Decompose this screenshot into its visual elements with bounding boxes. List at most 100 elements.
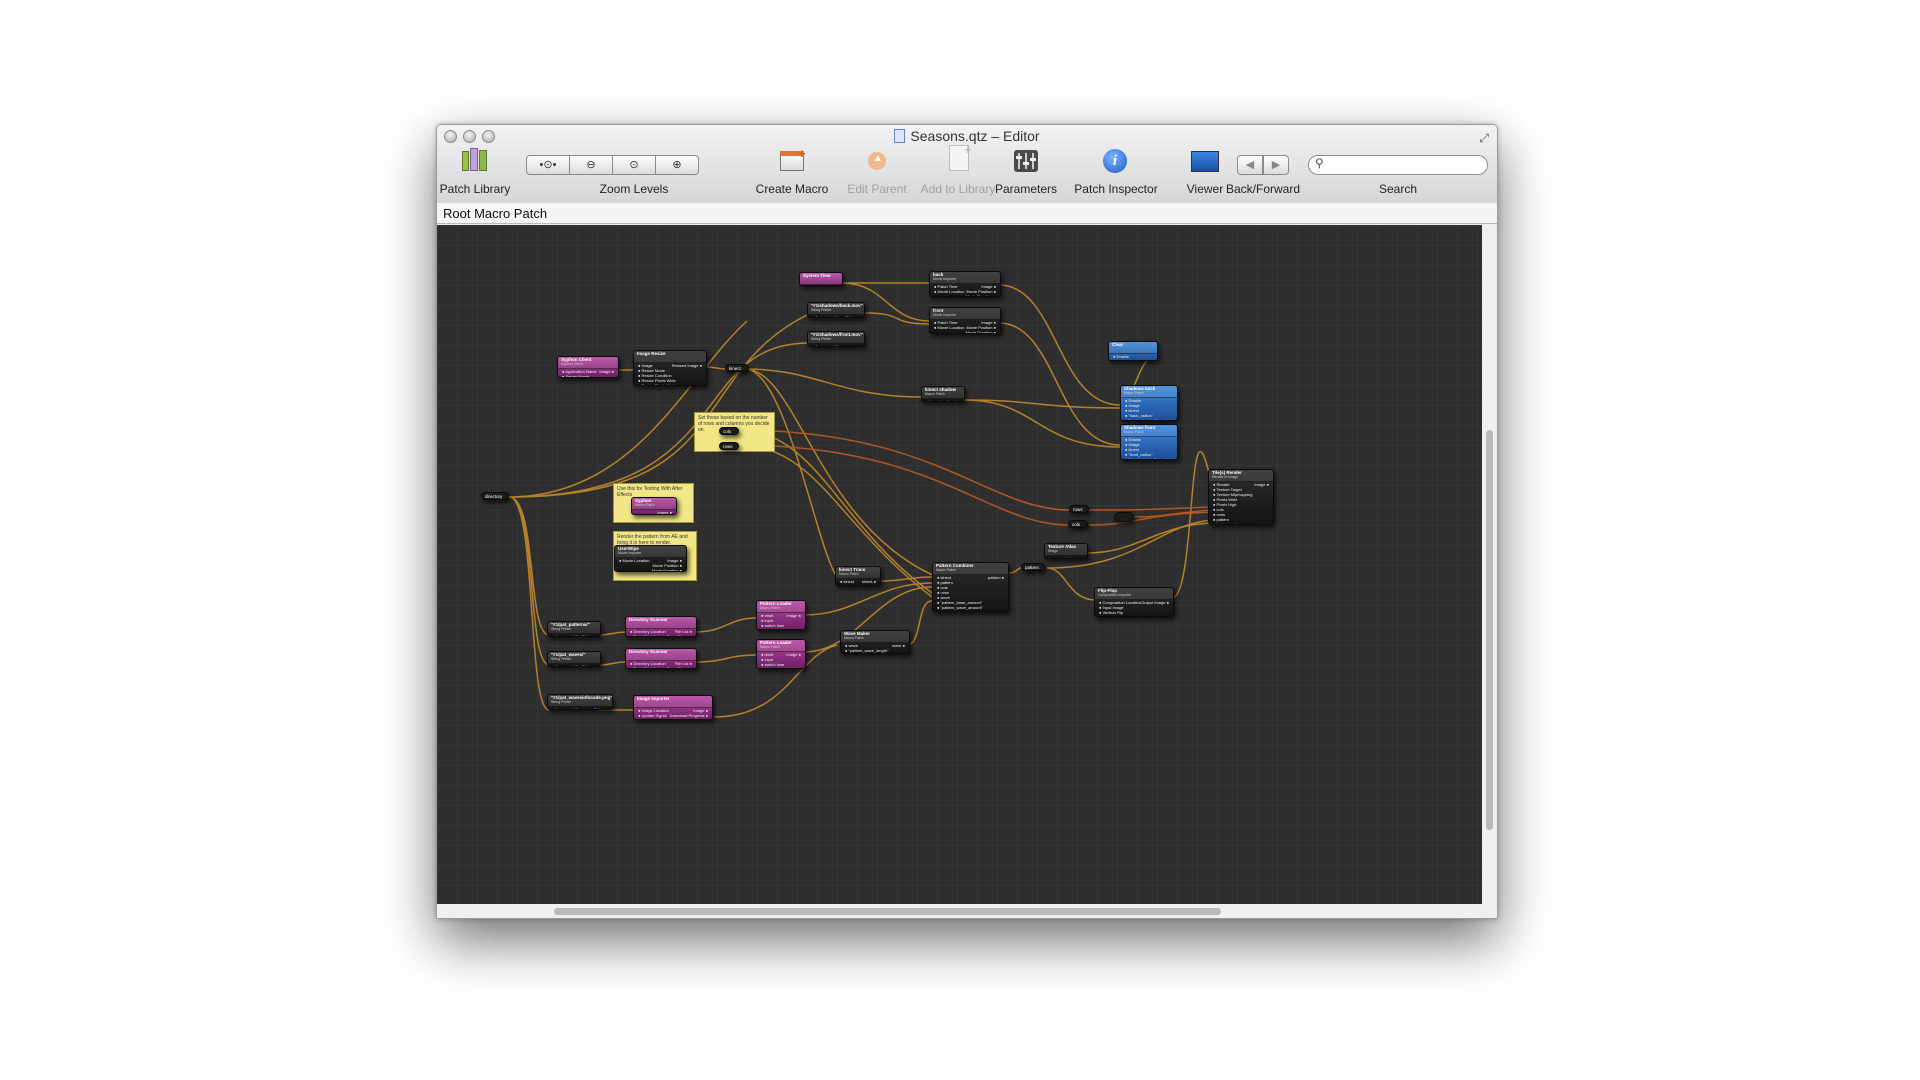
input-port[interactable]: ● Scan Signal [630,666,655,668]
patch-node-kinect-shadow[interactable]: kinect shadow Macro Patch ● kinect kinect ● [921,386,965,402]
patch-editor-canvas[interactable]: Set these based on the number of rows an… [437,225,1482,904]
input-port[interactable]: ● Argument #1 [812,344,838,346]
patch-node-string-front[interactable]: "#1/shadows/front.mov" String Printer ● Ar… [807,331,865,347]
output-port[interactable]: String ● [582,634,596,636]
patch-library-button[interactable]: Patch Library [440,182,511,196]
input-port[interactable]: ● Argument #1 [552,707,578,709]
viewer-icon[interactable] [1191,151,1219,172]
patch-node-syphon-client[interactable]: Syphon Client Syphon Client ● Application … [557,356,619,378]
input-port[interactable]: ● Update Signal [638,713,667,718]
output-port[interactable]: Movie Duration ● [966,330,996,333]
patch-node-pattern-combiner[interactable]: Pattern Combiner Macro Patch ● kinect patte… [932,562,1009,612]
zoom-in-button[interactable]: ⊕ [655,155,699,175]
output-port[interactable]: Done Signal ● [683,718,708,719]
patch-node-string-back[interactable]: "#1/shadows/back.mov" String Printer ● Arg… [807,302,865,318]
output-port[interactable]: kinect ● [862,579,876,584]
output-port[interactable]: Output Image ● [1141,600,1169,605]
splitter-node-directory[interactable]: directory [481,492,509,500]
output-port[interactable]: Movie Duration ● [652,568,682,571]
patch-node-flip-flop[interactable]: Flip-Flop Composition Importer ● Compositi… [1094,587,1174,617]
output-port[interactable]: Done Signal ● [667,666,692,668]
input-port[interactable]: ● Clear Color [1113,359,1137,360]
output-port[interactable]: Time ● [826,285,838,286]
patch-node-dir-scanner-2[interactable]: Directory Scanner ● Directory Location Fil… [625,648,697,669]
output-port[interactable]: Image ● [599,369,614,374]
zoom-actual-button[interactable]: ⊙ [612,155,656,175]
patch-node-texture-atlas[interactable]: Texture Atlas Image Images ● [1044,543,1088,559]
output-port[interactable]: Images ● [1066,556,1083,558]
patch-node-image-importer[interactable]: Image Importer ● Image Location Image ● ● U… [633,695,713,720]
forward-button[interactable]: ▶ [1263,155,1289,175]
output-port[interactable]: pattern ● [988,575,1004,580]
output-port[interactable]: Image ● [786,652,801,657]
output-port[interactable]: Image ● [657,510,672,514]
input-port[interactable]: ● Resize Pixels High [638,383,675,385]
output-port[interactable]: String ● [582,664,596,666]
patch-library-icon[interactable] [462,148,488,172]
output-port[interactable]: kinect ● [946,399,960,401]
output-port[interactable]: Image ● [786,613,801,618]
splitter-node-cols-label[interactable]: cols [719,427,739,435]
edit-parent-button[interactable]: Edit Parent [847,182,906,196]
input-port[interactable]: ● tween time [761,667,784,668]
patch-node-string-waves[interactable]: "#1/pat_waves/" String Printer ● Argument … [547,651,601,667]
input-port[interactable]: ● mix [840,584,850,585]
input-port[interactable]: ● "front_shadowPower" [1125,457,1167,459]
zoom-out-button[interactable]: ⊖ [569,155,613,175]
input-port[interactable]: ● Server Name [562,374,589,377]
patch-node-syphon-ae[interactable]: Syphon Macro Patch Image ● [631,497,677,515]
input-port[interactable]: ● Argument #1 [552,634,578,636]
patch-node-pattern-loader-2[interactable]: Pattern Loader Macro Patch ● reset Image ● ●… [756,639,806,669]
input-port[interactable]: ● tween time [761,628,784,629]
patch-node-front-player[interactable]: front Movie Importer ● Patch Time Image ● ● … [929,307,1001,334]
input-port[interactable]: ● Argument #1 [812,315,838,317]
output-port[interactable]: Image ● [1254,482,1269,487]
input-port[interactable]: ● "pattern_kinect_amount" [937,610,984,611]
info-icon[interactable]: i [1103,149,1127,173]
patch-node-image-resize[interactable]: Image Resize ● Image Resized Image ● ● Resi… [633,350,707,386]
patch-node-tiles-render[interactable]: Tile(s) Render Render In Image ● Render Ima… [1208,469,1274,525]
splitter-node-kinect-label[interactable]: kinect [725,364,749,372]
patch-node-wave-maker[interactable]: Wave Maker Macro Patch ● wave wave ● ● "patt… [840,630,910,654]
input-port[interactable]: ● Scan Signal [630,634,655,636]
output-port[interactable]: String ● [594,707,608,709]
patch-node-system-time[interactable]: System TimeTime ● [799,272,843,286]
patch-node-shadows-front[interactable]: Shadows front Macro Patch ● Enable ● Image ●… [1120,424,1178,460]
splitter-node-pattern-label[interactable]: pattern [1021,563,1045,571]
patch-node-userwipe[interactable]: UserWipe Movie Importer ● Movie Location Im… [614,545,687,572]
input-port[interactable]: ● Horizontal Flip [1099,615,1128,616]
output-port[interactable]: Movie Duration ● [966,294,996,296]
input-port[interactable]: ● texture pack [1213,522,1238,524]
multiplexer-node[interactable] [1114,512,1134,522]
patch-node-back-player[interactable]: back Movie Importer ● Patch Time Image ● ● M… [929,271,1001,297]
add-to-library-button[interactable]: Add to Library [921,182,996,196]
patch-node-dir-scanner-1[interactable]: Directory Scanner ● Directory Location Fil… [625,616,697,637]
patch-node-clear[interactable]: Clear● Enable● Clear Color [1108,341,1158,361]
input-port[interactable]: ● kinect [926,399,940,401]
parameters-button[interactable]: Parameters [995,182,1057,196]
input-port[interactable]: ● "pattern_wave_speed" [845,653,889,654]
viewer-button[interactable]: Viewer [1187,182,1223,196]
horizontal-scroll-thumb[interactable] [554,908,1221,915]
output-port[interactable]: Resized Image ● [672,363,702,368]
patch-node-string-patterns[interactable]: "#1/pat_patterns/" String Printer ● Argume… [547,621,601,637]
patch-node-shadows-back[interactable]: Shadows back Macro Patch ● Enable ● Image ● … [1120,385,1178,421]
patch-inspector-button[interactable]: Patch Inspector [1074,182,1157,196]
splitter-node-rows-label2[interactable]: rows [1069,505,1089,513]
input-port[interactable]: ● "back_shadowPower" [1125,418,1167,420]
parameters-icon[interactable] [1014,150,1038,172]
input-port[interactable]: ● Argument #1 [552,664,578,666]
create-macro-button[interactable]: Create Macro [756,182,829,196]
search-input[interactable] [1308,155,1488,175]
vertical-scroll-thumb[interactable] [1486,430,1493,830]
patch-node-pattern-loader-1[interactable]: Pattern Loader Macro Patch ● reset Image ● ●… [756,600,806,630]
output-port[interactable]: wave ● [892,643,905,648]
splitter-node-cols-label2[interactable]: cols [1068,520,1088,528]
zoom-fit-button[interactable]: •⊙• [526,155,570,175]
input-port[interactable]: ● Movie Location [619,558,649,563]
splitter-node-rows-label[interactable]: rows [719,442,739,450]
breadcrumb[interactable]: Root Macro Patch [437,203,1497,224]
fullscreen-icon[interactable]: ⤢ [1479,131,1489,146]
output-port[interactable]: String ● [846,315,860,317]
output-port[interactable]: Done Signal ● [667,634,692,636]
